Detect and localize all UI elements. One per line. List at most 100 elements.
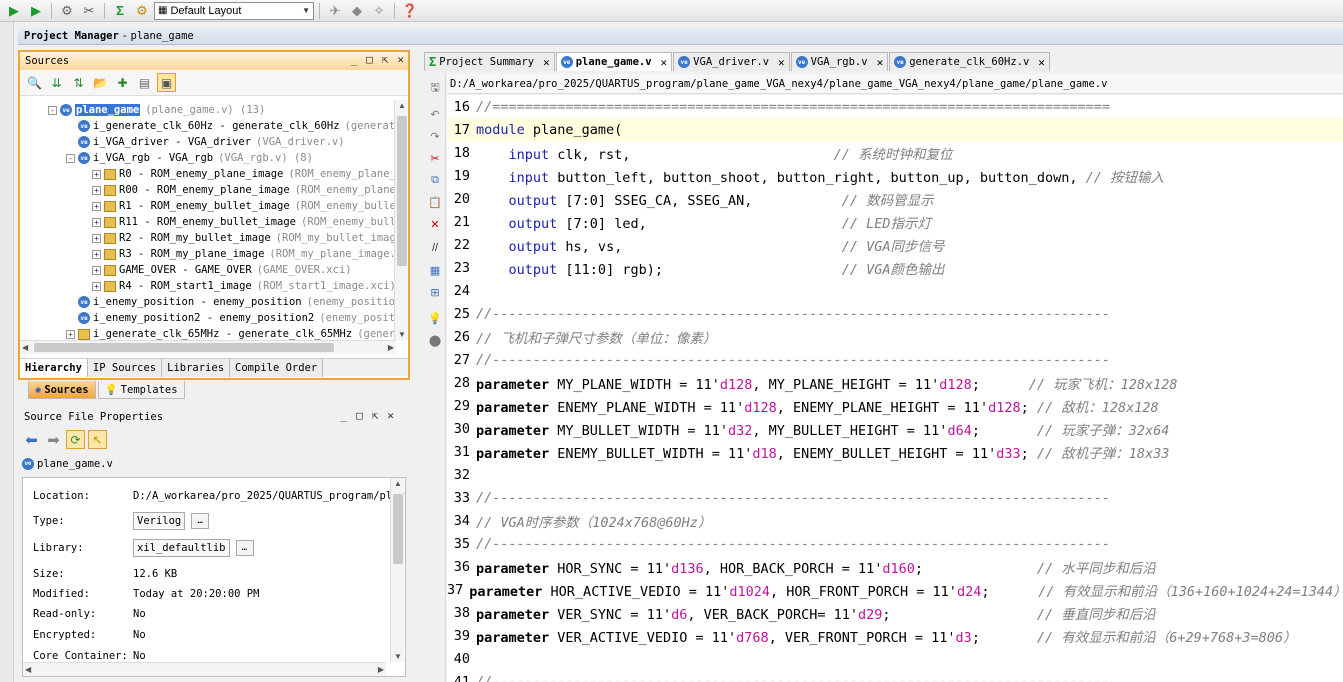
scroll-up-icon[interactable]: ▲ [394,479,402,488]
close-tab-icon[interactable]: ✕ [877,56,884,69]
collapse-icon[interactable]: - [48,105,57,115]
type-field[interactable]: Verilog [133,512,186,530]
close-tab-icon[interactable]: ✕ [543,56,550,69]
scroll-thumb[interactable] [393,494,403,564]
scroll-thumb[interactable] [34,343,334,352]
expand-icon[interactable]: + [92,185,101,195]
close-icon[interactable]: ✕ [397,53,404,66]
back-arrow-icon[interactable]: ⬅ [22,430,41,449]
tree-item[interactable]: + R4 - ROM_start1_image (ROM_start1_image.… [92,278,396,294]
block-select-icon[interactable]: ▦ [427,262,443,278]
expand-icon[interactable]: + [92,249,101,259]
layout-select[interactable]: ▦ Default Layout ▼ [154,1,314,20]
tree-vertical-scrollbar[interactable]: ▲ ▼ [394,100,408,340]
insert-template-icon[interactable]: ⊞ [427,284,443,300]
diamond-icon[interactable]: ◆ [347,2,367,20]
close-tab-icon[interactable]: ✕ [778,56,785,69]
tree-item[interactable]: + R1 - ROM_enemy_bullet_image (ROM_enemy_b… [92,198,396,214]
tab-hierarchy[interactable]: Hierarchy [20,359,88,377]
help-icon[interactable]: ❓ [400,2,420,20]
float-icon[interactable]: ⇱ [382,53,389,66]
tree-item[interactable]: + i_generate_clk_65MHz - generate_clk_65M… [66,326,395,340]
expand-icon[interactable]: + [92,169,101,179]
undo-icon[interactable]: ↶ [427,106,443,122]
minimize-icon[interactable]: _ [341,409,348,422]
stamp-icon[interactable]: ⬤ [427,332,443,348]
gear-icon[interactable]: ⚙ [132,2,152,20]
pointer-icon[interactable]: ↖ [88,430,107,449]
search-icon[interactable]: 🔍 [25,73,44,92]
paste-icon[interactable]: 📋 [427,194,443,210]
collapse-all-icon[interactable]: ⇊ [47,73,66,92]
add-sources-icon[interactable]: ✚ [113,73,132,92]
close-icon[interactable]: ✕ [387,409,394,422]
comment-icon[interactable]: // [427,240,443,256]
pin-icon[interactable]: ✈ [325,2,345,20]
expand-all-icon[interactable]: ⇅ [69,73,88,92]
run-icon[interactable]: ▶ [4,2,24,20]
expand-icon[interactable]: + [66,329,75,339]
tab-sources[interactable]: ✺ Sources [28,381,96,399]
scroll-thumb[interactable] [397,116,407,266]
close-tab-icon[interactable]: ✕ [1038,56,1045,69]
hierarchy-view-icon[interactable]: ▣ [157,73,176,92]
sfp-horizontal-scrollbar[interactable]: ◀ ▶ [23,662,386,676]
scroll-right-icon[interactable]: ▶ [388,343,394,352]
editor-tab[interactable]: ve plane_game.v ✕ [555,52,673,71]
editor-tab[interactable]: ve VGA_rgb.v ✕ [790,52,889,71]
tree-item[interactable]: + R2 - ROM_my_bullet_image (ROM_my_bullet_… [92,230,396,246]
tree-item[interactable]: + GAME_OVER - GAME_OVER (GAME_OVER.xci) [92,262,352,278]
sync-selection-icon[interactable]: ⟳ [66,430,85,449]
editor-tab[interactable]: ve generate_clk_60Hz.v ✕ [889,52,1050,71]
open-folder-icon[interactable]: 📂 [91,73,110,92]
minimize-icon[interactable]: _ [351,53,358,66]
tree-item[interactable]: + R11 - ROM_enemy_bullet_image (ROM_enemy_… [92,214,396,230]
tree-item[interactable]: ve i_VGA_driver - VGA_driver (VGA_driver.v… [66,134,345,150]
run-step-icon[interactable]: ▶ [26,2,46,20]
expand-icon[interactable]: + [92,281,101,291]
scroll-left-icon[interactable]: ◀ [22,343,28,352]
library-field[interactable]: xil_defaultlib [133,539,230,557]
scroll-down-icon[interactable]: ▼ [394,652,402,661]
code-editor[interactable]: 16//====================================… [447,95,1343,682]
wand-icon[interactable]: ✧ [369,2,389,20]
restore-icon[interactable]: □ [356,409,363,422]
cut-icon[interactable]: ✂ [427,150,443,166]
tree-item[interactable]: ve i_generate_clk_60Hz - generate_clk_60H… [66,118,396,134]
tools-icon[interactable]: ✂ [79,2,99,20]
expand-icon[interactable]: + [92,233,101,243]
tree-item[interactable]: - ve plane_game (plane_game.v) (13) [48,102,265,118]
tree-item[interactable]: ve i_enemy_position - enemy_position (enem… [66,294,396,310]
restore-icon[interactable]: □ [366,53,373,66]
tab-templates[interactable]: 💡 Templates [97,381,185,399]
scroll-up-icon[interactable]: ▲ [398,101,406,110]
tree-item[interactable]: + R3 - ROM_my_plane_image (ROM_my_plane_im… [92,246,396,262]
redo-icon[interactable]: ↷ [427,128,443,144]
type-browse-button[interactable]: … [191,513,210,529]
scroll-right-icon[interactable]: ▶ [378,665,384,674]
tree-horizontal-scrollbar[interactable]: ◀ ▶ [20,340,396,354]
expand-icon[interactable]: + [92,201,101,211]
sigma-icon[interactable]: Σ [110,2,130,20]
tree-item[interactable]: - ve i_VGA_rgb - VGA_rgb (VGA_rgb.v) (8) [66,150,313,166]
scroll-down-icon[interactable]: ▼ [398,330,406,339]
tree-item[interactable]: + R0 - ROM_enemy_plane_image (ROM_enemy_pl… [92,166,396,182]
save-icon[interactable]: 🖫 [427,80,443,96]
tab-compile-order[interactable]: Compile Order [230,359,324,377]
copy-icon[interactable]: ⧉ [427,172,443,188]
editor-tab[interactable]: Σ Project Summary ✕ [424,52,555,71]
tree-item[interactable]: + R00 - ROM_enemy_plane_image (ROM_enemy_p… [92,182,396,198]
tab-libraries[interactable]: Libraries [162,359,231,377]
tab-ip-sources[interactable]: IP Sources [87,359,163,377]
collapse-icon[interactable]: - [66,153,75,163]
forward-arrow-icon[interactable]: ➡ [44,430,63,449]
document-icon[interactable]: ▤ [135,73,154,92]
library-browse-button[interactable]: … [235,540,254,556]
lightbulb-icon[interactable]: 💡 [427,310,443,326]
tree-item[interactable]: ve i_enemy_position2 - enemy_position2 (en… [66,310,396,326]
delete-icon[interactable]: ✕ [427,216,443,232]
close-tab-icon[interactable]: ✕ [661,56,668,69]
scroll-left-icon[interactable]: ◀ [25,665,31,674]
expand-icon[interactable]: + [92,217,101,227]
float-icon[interactable]: ⇱ [372,409,379,422]
